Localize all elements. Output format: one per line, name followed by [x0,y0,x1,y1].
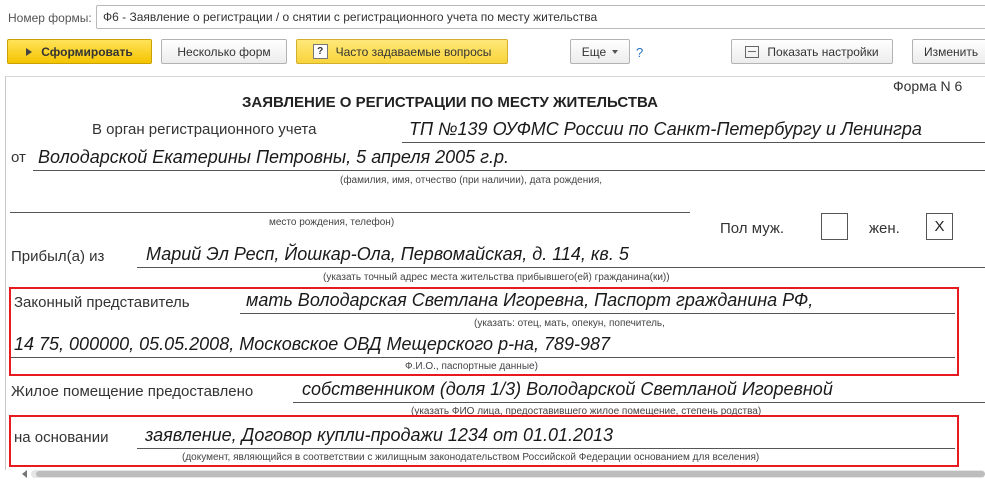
question-icon: ? [312,44,328,59]
document-title: ЗАЯВЛЕНИЕ О РЕГИСТРАЦИИ ПО МЕСТУ ЖИТЕЛЬС… [242,94,658,111]
show-settings-label: Показать настройки [767,44,879,59]
faq-label: Часто задаваемые вопросы [335,44,492,59]
sex-male-label: Пол муж. [720,220,785,237]
horizontal-scrollbar-thumb[interactable] [36,471,985,477]
sex-female-box[interactable]: X [926,213,953,240]
more-button[interactable]: Еще [570,39,630,64]
from-value: Володарской Екатерины Петровны, 5 апреля… [38,147,510,167]
organ-underline [402,142,985,143]
organ-label: В орган регистрационного учета [92,121,317,138]
arrived-underline [137,267,985,268]
from-caption: (фамилия, имя, отчество (при наличии), д… [340,175,603,186]
change-button[interactable]: Изменить [912,39,985,64]
premises-value: собственником (доля 1/3) Володарской Све… [302,379,833,399]
basis-highlight [9,415,959,467]
change-label: Изменить [924,44,979,59]
generate-button-label: Сформировать [41,44,133,59]
more-label: Еще [581,44,607,59]
scroll-left-arrow-icon[interactable] [22,470,27,478]
sex-male-box[interactable] [821,213,848,240]
birthplace-underline [10,212,690,213]
chevron-down-icon [612,49,619,54]
organ-value: ТП №139 ОУФМС России по Санкт-Петербургу… [409,119,922,139]
multiple-forms-button[interactable]: Несколько форм [161,39,287,64]
settings-icon [745,45,760,58]
form-number-text: Форма N 6 [893,78,963,94]
premises-underline [293,402,985,403]
from-label: от [11,149,26,166]
form-number-label: Номер формы: [8,11,92,25]
birthplace-caption: место рождения, телефон) [269,217,395,228]
multiple-forms-label: Несколько форм [177,44,271,59]
arrived-caption: (указать точный адрес места жительства п… [323,272,670,283]
sex-female-label: жен. [869,220,900,237]
help-link[interactable]: ? [636,45,643,60]
show-settings-button[interactable]: Показать настройки [731,39,893,64]
representative-highlight [9,287,959,376]
play-icon [26,47,33,56]
generate-button[interactable]: Сформировать [7,39,152,64]
form-number-select[interactable]: Ф6 - Заявление о регистрации / о снятии … [96,5,985,29]
from-underline [33,170,985,171]
faq-button[interactable]: ? Часто задаваемые вопросы [296,39,508,64]
premises-label: Жилое помещение предоставлено [11,383,254,400]
arrived-value: Марий Эл Респ, Йошкар-Ола, Первомайская,… [146,244,629,264]
arrived-label: Прибыл(а) из [11,248,105,265]
